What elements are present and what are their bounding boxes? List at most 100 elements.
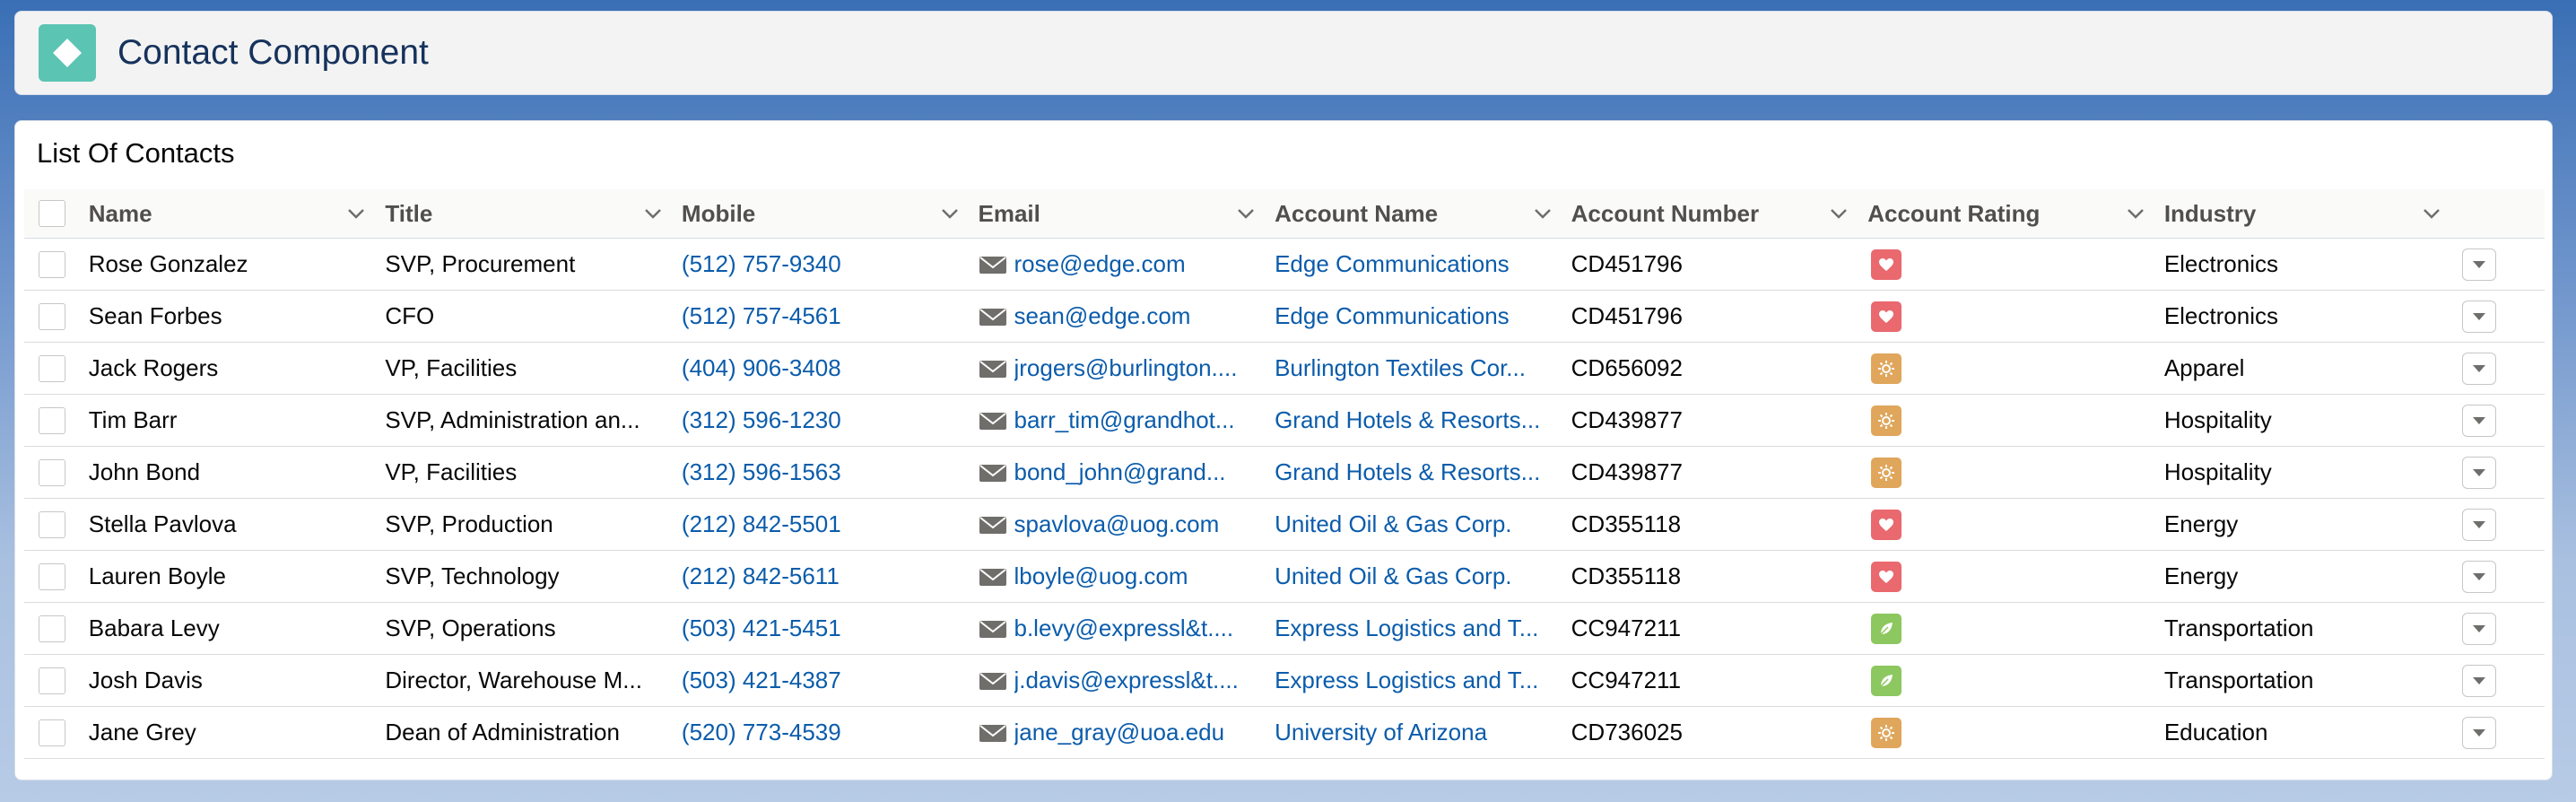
account-name-link[interactable]: Grand Hotels & Resorts...: [1275, 406, 1571, 434]
row-checkbox[interactable]: [39, 250, 65, 278]
chevron-down-icon: [2473, 676, 2486, 684]
email-icon: [979, 412, 1006, 430]
contact-email-link[interactable]: jrogers@burlington....: [1014, 354, 1238, 382]
row-checkbox[interactable]: [39, 458, 65, 486]
column-header-name[interactable]: Name: [89, 189, 386, 238]
account-name-link[interactable]: Express Logistics and T...: [1275, 615, 1571, 642]
table-row[interactable]: Josh Davis Director, Warehouse M... (503…: [24, 655, 2545, 707]
contact-email-link[interactable]: spavlova@uog.com: [1014, 510, 1220, 538]
chevron-down-icon[interactable]: [1233, 201, 1258, 226]
row-actions-button[interactable]: [2462, 248, 2497, 281]
contact-title: VP, Facilities: [385, 458, 518, 485]
row-checkbox[interactable]: [39, 667, 65, 694]
row-actions-button[interactable]: [2462, 352, 2497, 385]
contact-email-link[interactable]: bond_john@grand...: [1014, 458, 1226, 486]
row-actions-button[interactable]: [2462, 456, 2497, 489]
chevron-down-icon[interactable]: [1530, 201, 1555, 226]
row-actions-button[interactable]: [2462, 560, 2497, 593]
row-checkbox[interactable]: [39, 510, 65, 538]
account-name-link[interactable]: Express Logistics and T...: [1275, 667, 1571, 694]
contact-mobile-link[interactable]: (503) 421-4387: [682, 667, 979, 694]
row-checkbox[interactable]: [39, 615, 65, 642]
sun-icon-glyph: [1878, 464, 1895, 481]
row-select-cell: [24, 719, 89, 746]
account-number: CD736025: [1571, 719, 1683, 745]
row-actions-cell: [2460, 664, 2545, 697]
row-actions-button[interactable]: [2462, 612, 2497, 645]
account-name-link[interactable]: Edge Communications: [1275, 302, 1571, 330]
account-name-link[interactable]: Burlington Textiles Cor...: [1275, 354, 1571, 382]
select-all-checkbox[interactable]: [39, 200, 65, 227]
chevron-down-icon[interactable]: [937, 201, 962, 226]
table-row[interactable]: Rose Gonzalez SVP, Procurement (512) 757…: [24, 239, 2545, 291]
table-row[interactable]: Jane Grey Dean of Administration (520) 7…: [24, 707, 2545, 759]
table-row[interactable]: Tim Barr SVP, Administration an... (312)…: [24, 395, 2545, 447]
contact-mobile-link[interactable]: (312) 596-1230: [682, 406, 979, 434]
chevron-down-icon[interactable]: [2419, 201, 2444, 226]
column-header-industry[interactable]: Industry: [2164, 189, 2461, 238]
account-name-link[interactable]: United Oil & Gas Corp.: [1275, 510, 1571, 538]
column-header-account-name[interactable]: Account Name: [1275, 189, 1571, 238]
row-actions-button[interactable]: [2462, 300, 2497, 333]
column-header-title[interactable]: Title: [385, 189, 682, 238]
account-number: CD451796: [1571, 250, 1683, 277]
row-actions-button[interactable]: [2462, 508, 2497, 541]
row-actions-cell: [2460, 404, 2545, 437]
account-name-link[interactable]: Edge Communications: [1275, 250, 1571, 278]
industry: Electronics: [2163, 302, 2278, 329]
chevron-down-icon: [2473, 364, 2486, 372]
column-header-mobile[interactable]: Mobile: [682, 189, 979, 238]
column-header-label: Mobile: [681, 199, 756, 227]
chevron-down-icon[interactable]: [1826, 201, 1851, 226]
contact-mobile-link[interactable]: (520) 773-4539: [682, 719, 979, 746]
contact-email-link[interactable]: rose@edge.com: [1014, 250, 1186, 278]
account-number: CD439877: [1571, 406, 1683, 433]
row-checkbox[interactable]: [39, 719, 65, 746]
contact-email-link[interactable]: jane_gray@uoa.edu: [1014, 719, 1225, 746]
contact-name: Jack Rogers: [88, 354, 219, 381]
account-name-link[interactable]: United Oil & Gas Corp.: [1275, 562, 1571, 590]
account-name-link[interactable]: University of Arizona: [1275, 719, 1571, 746]
contact-mobile-link[interactable]: (212) 842-5611: [682, 562, 979, 590]
row-actions-cell: [2460, 248, 2545, 281]
table-row[interactable]: Babara Levy SVP, Operations (503) 421-54…: [24, 603, 2545, 655]
account-name-link[interactable]: Grand Hotels & Resorts...: [1275, 458, 1571, 486]
account-rating-cell: [1867, 405, 2164, 436]
contact-title: Director, Warehouse M...: [385, 667, 642, 693]
contact-mobile-link[interactable]: (312) 596-1563: [682, 458, 979, 486]
row-checkbox[interactable]: [39, 302, 65, 330]
table-row[interactable]: Jack Rogers VP, Facilities (404) 906-340…: [24, 343, 2545, 395]
contact-title: SVP, Technology: [385, 562, 560, 589]
table-row[interactable]: Lauren Boyle SVP, Technology (212) 842-5…: [24, 551, 2545, 603]
contact-email-link[interactable]: j.davis@expressl&t....: [1014, 667, 1239, 694]
column-header-account-rating[interactable]: Account Rating: [1867, 189, 2164, 238]
row-checkbox[interactable]: [39, 406, 65, 434]
contact-mobile-link[interactable]: (503) 421-5451: [682, 615, 979, 642]
row-actions-button[interactable]: [2462, 716, 2497, 749]
contact-email-link[interactable]: lboyle@uog.com: [1014, 562, 1188, 590]
row-actions-button[interactable]: [2462, 404, 2497, 437]
contact-mobile-link[interactable]: (212) 842-5501: [682, 510, 979, 538]
contact-mobile-link[interactable]: (512) 757-9340: [682, 250, 979, 278]
contact-email-cell: jane_gray@uoa.edu: [979, 719, 1275, 746]
contact-mobile-link[interactable]: (512) 757-4561: [682, 302, 979, 330]
contact-email-link[interactable]: barr_tim@grandhot...: [1014, 406, 1235, 434]
column-header-account-number[interactable]: Account Number: [1571, 189, 1868, 238]
table-row[interactable]: John Bond VP, Facilities (312) 596-1563 …: [24, 447, 2545, 499]
chevron-down-icon[interactable]: [344, 201, 369, 226]
table-row[interactable]: Stella Pavlova SVP, Production (212) 842…: [24, 499, 2545, 551]
sun-icon: [1871, 717, 1902, 748]
contact-mobile-link[interactable]: (404) 906-3408: [682, 354, 979, 382]
account-number: CD451796: [1571, 302, 1683, 329]
chevron-down-icon[interactable]: [640, 201, 666, 226]
row-select-cell: [24, 510, 89, 538]
row-checkbox[interactable]: [39, 354, 65, 382]
chevron-down-icon[interactable]: [2123, 201, 2148, 226]
row-actions-button[interactable]: [2462, 664, 2497, 697]
column-header-email[interactable]: Email: [979, 189, 1275, 238]
contact-email-link[interactable]: sean@edge.com: [1014, 302, 1191, 330]
contact-email-link[interactable]: b.levy@expressl&t....: [1014, 615, 1234, 642]
sun-icon: [1871, 353, 1902, 384]
row-checkbox[interactable]: [39, 562, 65, 590]
table-row[interactable]: Sean Forbes CFO (512) 757-4561 sean@edge…: [24, 291, 2545, 343]
